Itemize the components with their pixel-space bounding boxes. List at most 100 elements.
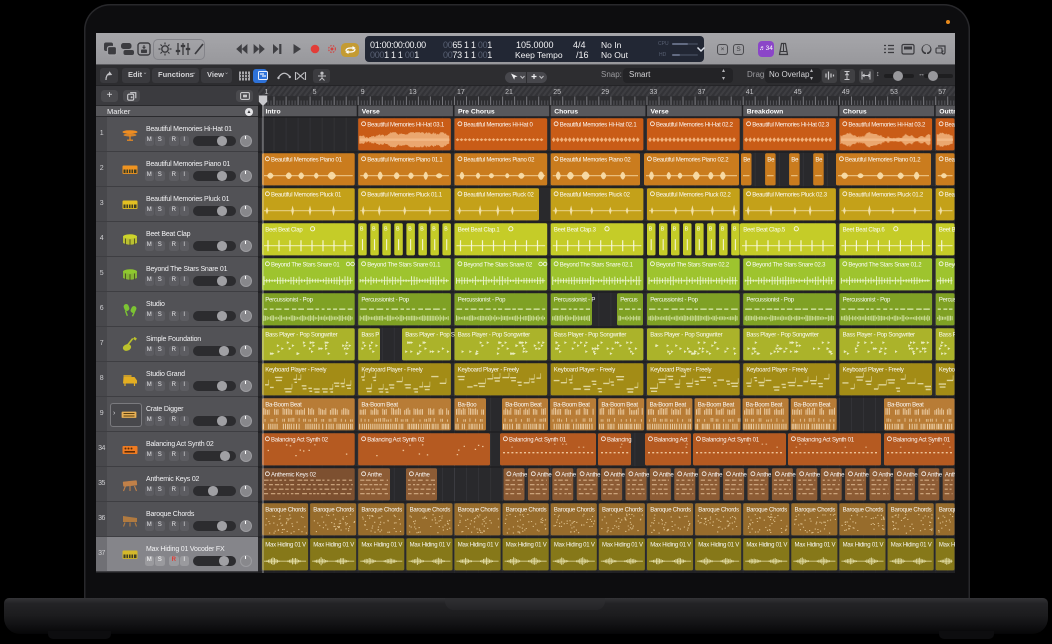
svg-text:Ba-Boom Beat: Ba-Boom Beat — [887, 403, 924, 409]
svg-text:B: B — [685, 227, 689, 233]
svg-text:Keyboard Player - Freely: Keyboard Player - Freely — [458, 368, 519, 374]
svg-text:Chorus: Chorus — [554, 109, 578, 116]
svg-text:Beautiful Memories Pluck 02.3: Beautiful Memories Pluck 02.3 — [752, 193, 828, 199]
svg-text:Beet Beat Clap: Beet Beat Clap — [265, 228, 303, 234]
svg-text:Max Hiding 01 V: Max Hiding 01 V — [458, 543, 499, 549]
svg-text:Bass Player - Pop So: Bass Player - Pop So — [405, 333, 459, 339]
svg-text:Balancing Act Synth 01: Balancing Act Synth 01 — [702, 438, 760, 444]
svg-text:Max Hiding 01 V: Max Hiding 01 V — [891, 543, 932, 549]
svg-text:B: B — [721, 227, 725, 233]
svg-text:Ba-Boom Beat: Ba-Boom Beat — [698, 403, 735, 409]
svg-text:Ba-Boo: Ba-Boo — [458, 403, 478, 409]
svg-text:Beyond The Stars Snare 02: Beyond The Stars Snare 02 — [464, 263, 533, 269]
svg-text:57: 57 — [938, 89, 946, 96]
svg-text:Anthe: Anthe — [635, 473, 650, 479]
svg-text:Anthe: Anthe — [367, 473, 382, 479]
svg-text:Breakdown: Breakdown — [747, 109, 784, 116]
svg-text:Baroque Chords: Baroque Chords — [410, 508, 451, 514]
svg-text:Ba-Boom Beat: Ba-Boom Beat — [601, 403, 638, 409]
svg-text:Max Hid: Max Hid — [939, 543, 955, 549]
svg-text:Balancing Act Synth 02: Balancing Act Synth 02 — [367, 438, 425, 444]
svg-text:33: 33 — [650, 89, 658, 96]
svg-text:Baroque Chords: Baroque Chords — [458, 508, 499, 514]
svg-text:B: B — [709, 227, 713, 233]
svg-text:Anthe: Anthe — [732, 473, 747, 479]
svg-text:Beautiful Memories Pluck 01.1: Beautiful Memories Pluck 01.1 — [367, 193, 443, 199]
svg-text:Beautiful Memories Hi-Hat 02.3: Beautiful Memories Hi-Hat 02.3 — [752, 123, 830, 129]
svg-text:45: 45 — [794, 89, 802, 96]
svg-text:Anthe: Anthe — [586, 473, 601, 479]
svg-text:Beautiful Memories Pluck 02: Beautiful Memories Pluck 02 — [560, 193, 631, 199]
svg-text:Beautiful Memories Piano 01.1: Beautiful Memories Piano 01.1 — [367, 158, 443, 164]
svg-text:Baroque Chords: Baroque Chords — [843, 508, 884, 514]
svg-text:41: 41 — [746, 89, 754, 96]
svg-text:Bass Player - Pop Songwriter: Bass Player - Pop Songwriter — [746, 333, 818, 339]
svg-text:Baroque Chords: Baroque Chords — [795, 508, 836, 514]
svg-text:Anthe: Anthe — [757, 473, 772, 479]
svg-text:Pre Chorus: Pre Chorus — [458, 109, 495, 116]
svg-text:Beautiful Memories Piano 02: Beautiful Memories Piano 02 — [464, 158, 536, 164]
svg-text:Ba-Boom Beat: Ba-Boom Beat — [650, 403, 687, 409]
svg-text:Anthe: Anthe — [659, 473, 674, 479]
svg-text:Ba-Boom Beat: Ba-Boom Beat — [794, 403, 831, 409]
svg-text:Anthe: Anthe — [708, 473, 723, 479]
svg-text:Verse: Verse — [651, 109, 669, 116]
svg-text:Anthe: Anthe — [610, 473, 625, 479]
svg-text:Beautiful Memories Piano 01.2: Beautiful Memories Piano 01.2 — [845, 158, 921, 164]
svg-text:Keyboard Player - Freely: Keyboard Player - Freely — [265, 368, 326, 374]
svg-text:Baroque Chords: Baroque Chords — [554, 508, 595, 514]
svg-text:Balancing Act Synth 01: Balancing Act Synth 01 — [797, 438, 855, 444]
svg-text:Max Hiding 01 V: Max Hiding 01 V — [361, 543, 402, 549]
svg-text:53: 53 — [890, 89, 898, 96]
svg-text:Max Hiding 01 V: Max Hiding 01 V — [506, 543, 547, 549]
svg-text:Beautiful Memories Hi-Hat 0: Beautiful Memories Hi-Hat 0 — [464, 123, 534, 129]
svg-text:Baroque Chords: Baroque Chords — [313, 508, 354, 514]
svg-text:Bass Player - Pop Songwriter: Bass Player - Pop Songwriter — [554, 333, 626, 339]
svg-text:Bass Player - Pop Songwriter: Bass Player - Pop Songwriter — [650, 333, 722, 339]
svg-text:Be: Be — [791, 158, 799, 164]
svg-text:Percus: Percus — [620, 298, 638, 304]
svg-text:Beet Beat Clap.3: Beet Beat Clap.3 — [554, 228, 597, 234]
svg-text:21: 21 — [505, 89, 513, 96]
svg-text:Max Hiding 01 V: Max Hiding 01 V — [265, 543, 306, 549]
svg-text:Keyboard Player - Freely: Keyboard Player - Freely — [554, 368, 615, 374]
svg-text:Anthe: Anthe — [854, 473, 869, 479]
svg-text:1: 1 — [265, 89, 269, 96]
svg-text:Anthe: Anthe — [830, 473, 845, 479]
svg-text:Beyond The Stars Snare 01.2: Beyond The Stars Snare 01.2 — [848, 263, 922, 269]
svg-text:Baroque Chords: Baroque Chords — [891, 508, 932, 514]
svg-text:Max Hiding 01 V: Max Hiding 01 V — [650, 543, 691, 549]
svg-text:37: 37 — [698, 89, 706, 96]
svg-text:Max Hiding 01 V: Max Hiding 01 V — [554, 543, 595, 549]
svg-text:Percussionist - Pop: Percussionist - Pop — [843, 298, 891, 304]
svg-text:Baroqu: Baroqu — [939, 508, 955, 514]
svg-text:Max Hiding 01 V: Max Hiding 01 V — [313, 543, 354, 549]
svg-text:Beautiful Memories Hi-Hat 02.1: Beautiful Memories Hi-Hat 02.1 — [560, 123, 638, 129]
svg-text:Anthe: Anthe — [927, 473, 942, 479]
svg-text:Outtro: Outtro — [939, 109, 955, 116]
svg-text:Beyond: Beyond — [945, 263, 955, 269]
svg-text:Balancing Act Synth 02: Balancing Act Synth 02 — [271, 438, 329, 444]
svg-text:Percussionist - Pop: Percussionist - Pop — [650, 298, 698, 304]
svg-text:Anthe: Anthe — [879, 473, 894, 479]
svg-text:Keyboar: Keyboar — [939, 368, 955, 374]
svg-text:Percussionist - Pop: Percussionist - Pop — [361, 298, 409, 304]
svg-text:Baroque Chords: Baroque Chords — [746, 508, 787, 514]
svg-text:5: 5 — [313, 89, 317, 96]
svg-text:Be: Be — [815, 158, 823, 164]
svg-text:Percussionist - Pop: Percussionist - Pop — [746, 298, 794, 304]
svg-text:Baroque Chords: Baroque Chords — [698, 508, 739, 514]
svg-text:Beautiful Memories Piano 01: Beautiful Memories Piano 01 — [271, 158, 343, 164]
svg-text:Beautiful Memories Pluck 01.2: Beautiful Memories Pluck 01.2 — [848, 193, 924, 199]
svg-text:Chorus: Chorus — [843, 109, 867, 116]
svg-text:25: 25 — [553, 89, 561, 96]
svg-text:B: B — [396, 227, 400, 233]
svg-text:Be: Be — [743, 158, 751, 164]
svg-text:Beet Bea: Beet Bea — [939, 228, 955, 234]
svg-text:Beet Beat Clap.5: Beet Beat Clap.5 — [743, 228, 786, 234]
svg-text:Intro: Intro — [266, 109, 281, 116]
svg-text:Beautifu: Beautifu — [945, 123, 955, 129]
svg-text:Percussi: Percussi — [939, 298, 955, 304]
svg-text:B: B — [444, 227, 448, 233]
svg-text:Anthe: Anthe — [805, 473, 820, 479]
